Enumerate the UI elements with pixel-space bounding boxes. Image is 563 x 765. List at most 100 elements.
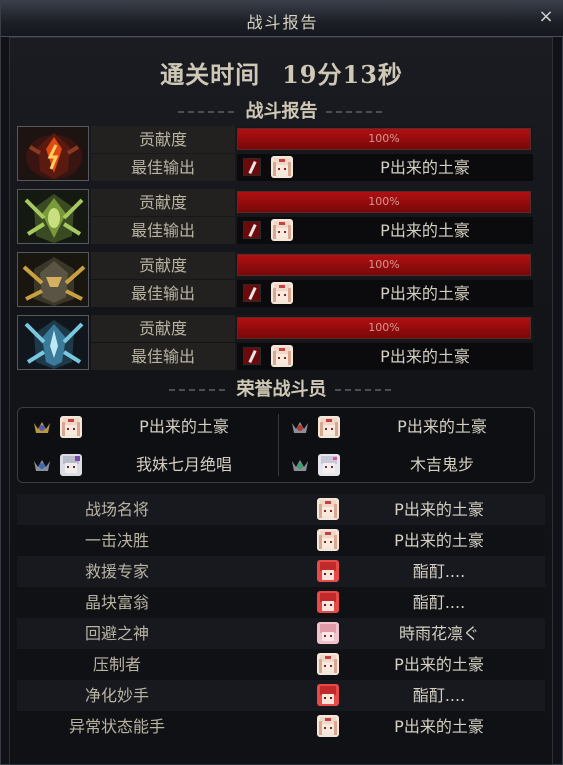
contribution-percent: 100% — [368, 258, 400, 271]
avatar — [271, 345, 293, 367]
avatar — [318, 454, 340, 476]
boss-red-icon — [17, 126, 89, 181]
player-name: 酯酊.... — [412, 562, 466, 581]
avatar — [317, 715, 339, 737]
window-title: 战斗报告 — [246, 13, 319, 32]
report-header-text: 战斗报告 — [245, 101, 318, 122]
contribution-percent: 100% — [368, 321, 400, 334]
silver-medal-icon — [290, 419, 310, 435]
best-output-row: 最佳输出 P出来的土豪 — [91, 217, 533, 244]
award-title: 战场名将 — [84, 500, 149, 519]
player-name: P出来的土豪 — [380, 347, 470, 366]
honor-section-header: 荣誉战斗员 — [1, 375, 562, 401]
avatar — [60, 416, 82, 438]
clear-time: 通关时间 19分13秒 — [1, 55, 562, 90]
boss-gold-icon — [17, 252, 89, 307]
contribution-bar: 100% — [237, 254, 531, 276]
avatar — [317, 529, 339, 551]
award-title: 压制者 — [92, 655, 141, 674]
best-output-label: 最佳输出 — [91, 154, 235, 181]
award-row[interactable]: 救援专家 酯酊.... — [17, 556, 545, 587]
award-title: 一击决胜 — [84, 531, 149, 550]
avatar — [271, 219, 293, 241]
best-output-player[interactable]: P出来的土豪 — [237, 154, 533, 181]
contribution-label: 贡献度 — [91, 189, 235, 216]
honor-entry[interactable]: P出来的土豪 — [24, 412, 274, 442]
player-name: P出来的土豪 — [380, 221, 470, 240]
best-output-player[interactable]: P出来的土豪 — [237, 280, 533, 307]
honor-entry[interactable]: 木吉鬼步 — [282, 450, 532, 480]
boss-card: 贡献度 100% 最佳输出 P出来的土豪 — [17, 189, 533, 244]
clear-time-label: 通关时间 — [160, 60, 261, 89]
award-row[interactable]: 压制者 P出来的土豪 — [17, 649, 545, 680]
report-section-header: 战斗报告 — [1, 97, 562, 123]
award-title: 净化妙手 — [84, 686, 149, 705]
job-class-icon — [243, 221, 261, 239]
best-output-label: 最佳输出 — [91, 217, 235, 244]
boss-card: 贡献度 100% 最佳输出 P出来的土豪 — [17, 315, 533, 370]
best-output-row: 最佳输出 P出来的土豪 — [91, 343, 533, 370]
award-row[interactable]: 回避之神 時雨花凛ぐ — [17, 618, 545, 649]
divider-ornament — [325, 111, 386, 113]
award-row[interactable]: 一击决胜 P出来的土豪 — [17, 525, 545, 556]
contribution-row: 贡献度 100% — [91, 315, 533, 342]
player-name: P出来的土豪 — [394, 531, 484, 550]
contribution-percent: 100% — [368, 195, 400, 208]
honor-divider — [278, 414, 279, 476]
player-name: 木吉鬼步 — [409, 455, 474, 474]
close-icon[interactable]: × — [536, 7, 556, 27]
award-title: 回避之神 — [84, 624, 149, 643]
avatar — [318, 416, 340, 438]
contribution-row: 贡献度 100% — [91, 252, 533, 279]
player-name: P出来的土豪 — [394, 717, 484, 736]
avatar — [317, 560, 339, 582]
avatar — [271, 282, 293, 304]
avatar — [317, 622, 339, 644]
contribution-label: 贡献度 — [91, 126, 235, 153]
award-row[interactable]: 战场名将 P出来的土豪 — [17, 494, 545, 525]
avatar — [317, 684, 339, 706]
award-row[interactable]: 晶块富翁 酯酊.... — [17, 587, 545, 618]
award-row[interactable]: 净化妙手 酯酊.... — [17, 680, 545, 711]
contribution-label: 贡献度 — [91, 252, 235, 279]
honor-entry[interactable]: P出来的土豪 — [282, 412, 532, 442]
award-title: 救援专家 — [84, 562, 149, 581]
gold-medal-icon — [32, 419, 52, 435]
boss-card: 贡献度 100% 最佳输出 P出来的土豪 — [17, 252, 533, 307]
player-name: P出来的土豪 — [394, 655, 484, 674]
avatar — [271, 156, 293, 178]
player-name: P出来的土豪 — [139, 417, 229, 436]
best-output-row: 最佳输出 P出来的土豪 — [91, 280, 533, 307]
job-class-icon — [243, 347, 261, 365]
honor-entry[interactable]: 我妹七月绝唱 — [24, 450, 274, 480]
award-title: 晶块富翁 — [84, 593, 149, 612]
job-class-icon — [243, 158, 261, 176]
silver-medal-icon — [32, 457, 52, 473]
player-name: P出来的土豪 — [380, 284, 470, 303]
job-class-icon — [243, 284, 261, 302]
player-name: P出来的土豪 — [397, 417, 487, 436]
divider-ornament — [168, 389, 229, 391]
boss-card: 贡献度 100% 最佳输出 P出来的土豪 — [17, 126, 533, 181]
award-row[interactable]: 异常状态能手 P出来的土豪 — [17, 711, 545, 742]
best-output-row: 最佳输出 P出来的土豪 — [91, 154, 533, 181]
best-output-label: 最佳输出 — [91, 280, 235, 307]
contribution-bar: 100% — [237, 128, 531, 150]
best-output-player[interactable]: P出来的土豪 — [237, 217, 533, 244]
divider-ornament — [177, 111, 238, 113]
player-name: 時雨花凛ぐ — [398, 624, 479, 643]
contribution-row: 贡献度 100% — [91, 126, 533, 153]
best-output-label: 最佳输出 — [91, 343, 235, 370]
avatar — [317, 653, 339, 675]
best-output-player[interactable]: P出来的土豪 — [237, 343, 533, 370]
player-name: P出来的土豪 — [394, 500, 484, 519]
honor-header-text: 荣誉战斗员 — [236, 379, 327, 400]
contribution-percent: 100% — [368, 132, 400, 145]
contribution-row: 贡献度 100% — [91, 189, 533, 216]
clear-time-value: 19分13秒 — [282, 60, 403, 89]
divider-ornament — [334, 389, 395, 391]
honor-box: P出来的土豪 P出来的土豪 我妹七月绝唱 木吉鬼步 — [17, 407, 535, 483]
title-bar[interactable]: 战斗报告 × — [1, 1, 563, 37]
avatar — [60, 454, 82, 476]
award-title: 异常状态能手 — [68, 717, 165, 736]
